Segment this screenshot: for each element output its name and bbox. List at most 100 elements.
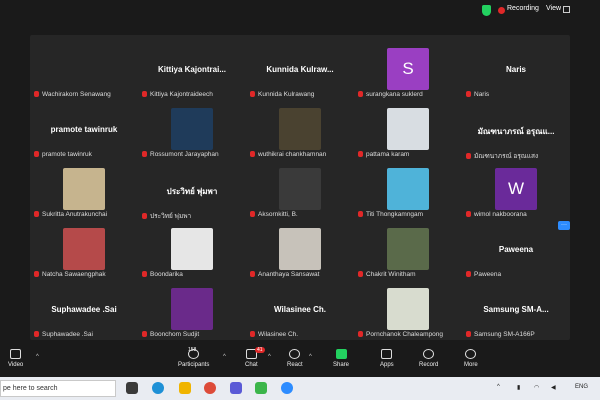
participant-tile[interactable]: Boondarika bbox=[138, 223, 246, 282]
participants-button[interactable]: 158 Participants bbox=[178, 347, 210, 368]
chat-button[interactable]: 41 Chat bbox=[245, 347, 265, 368]
participant-tile[interactable]: Paweena Paweena bbox=[462, 223, 570, 282]
share-button[interactable]: Share bbox=[333, 349, 349, 368]
participant-tile[interactable]: Rossumont Jarayaphan bbox=[138, 103, 246, 162]
participant-display-name: ประวิทย์ พุ่มพา bbox=[166, 187, 218, 196]
participant-name-label: Pornchanok Chaleampong bbox=[358, 331, 443, 338]
view-button[interactable]: View bbox=[546, 5, 561, 12]
taskbar-search-input[interactable]: pe here to search bbox=[0, 380, 116, 397]
participant-name: Titi Thongkamngam bbox=[366, 211, 424, 218]
participant-name: Wachirakorn Senawang bbox=[42, 91, 111, 98]
participants-options-chevron-icon[interactable]: ^ bbox=[223, 354, 226, 360]
participant-tile[interactable]: Naris Naris bbox=[462, 43, 570, 102]
muted-mic-icon bbox=[142, 151, 147, 157]
participant-tile[interactable]: Sukritta Anutrakunchai bbox=[30, 163, 138, 222]
participant-name: Natcha Sawaengphak bbox=[42, 271, 106, 278]
participant-tile[interactable]: ประวิทย์ พุ่มพา ประวิทย์ พุ่มพา bbox=[138, 163, 246, 222]
chrome-browser-icon[interactable] bbox=[204, 382, 216, 394]
muted-mic-icon bbox=[142, 213, 147, 219]
meeting-toolbar: Video ^ 158 Participants ^ 41 Chat ^ Rea… bbox=[0, 345, 600, 377]
participant-video bbox=[387, 288, 429, 330]
participant-tile[interactable]: Wwimol nakboorana bbox=[462, 163, 570, 222]
participant-name: Naris bbox=[474, 91, 490, 98]
participant-name-label: Boonchom Sudjit bbox=[142, 331, 199, 338]
participant-name-label: Kunnida Kulrawang bbox=[250, 91, 314, 98]
participant-name: Boonchom Sudjit bbox=[150, 331, 200, 338]
more-button[interactable]: More bbox=[464, 349, 478, 368]
gallery-next-page-button[interactable]: ··· bbox=[558, 221, 570, 230]
react-button[interactable]: React bbox=[287, 349, 303, 368]
file-explorer-icon[interactable] bbox=[179, 382, 191, 394]
language-indicator[interactable]: ENG bbox=[575, 384, 588, 390]
tray-chevron-icon[interactable]: ^ bbox=[497, 384, 500, 390]
participant-tile[interactable]: Kittiya Kajontrai... Kittiya Kajontraidee… bbox=[138, 43, 246, 102]
edge-browser-icon[interactable] bbox=[152, 382, 164, 394]
muted-mic-icon bbox=[142, 331, 147, 337]
participant-tile[interactable]: Suphawadee .Sai Suphawadee .Sai bbox=[30, 283, 138, 342]
task-view-icon[interactable] bbox=[126, 382, 138, 394]
participant-tile[interactable]: Ananthaya Sansawat bbox=[246, 223, 354, 282]
participant-name-label: surangkana suklerd bbox=[358, 91, 423, 98]
muted-mic-icon bbox=[466, 271, 471, 277]
share-screen-icon bbox=[335, 349, 347, 359]
muted-mic-icon bbox=[34, 271, 39, 277]
participant-tile[interactable]: wuthikrai chankhamnan bbox=[246, 103, 354, 162]
record-label: Record bbox=[419, 362, 439, 368]
participant-display-name: Naris bbox=[505, 65, 526, 74]
participant-name: มัณฑนาภรณ์ อรุณแสง bbox=[474, 153, 539, 160]
store-icon[interactable] bbox=[230, 382, 242, 394]
heart-icon bbox=[289, 349, 301, 359]
participants-label: Participants bbox=[178, 362, 210, 368]
participant-tile[interactable]: Pornchanok Chaleampong bbox=[354, 283, 462, 342]
line-app-icon[interactable] bbox=[255, 382, 267, 394]
participant-tile[interactable]: Chakrit Winitham bbox=[354, 223, 462, 282]
participant-display-name: Samsung SM-A... bbox=[483, 305, 549, 314]
participant-tile[interactable]: Aksornkitti, B. bbox=[246, 163, 354, 222]
react-options-chevron-icon[interactable]: ^ bbox=[309, 354, 312, 360]
muted-mic-icon bbox=[34, 91, 39, 97]
participant-video bbox=[63, 228, 105, 270]
muted-mic-icon bbox=[358, 151, 363, 157]
participant-tile[interactable]: Titi Thongkamngam bbox=[354, 163, 462, 222]
video-button[interactable]: Video bbox=[8, 349, 23, 368]
security-shield-icon[interactable] bbox=[482, 5, 491, 16]
participant-video bbox=[279, 228, 321, 270]
participant-tile[interactable]: Samsung SM-A... Samsung SM-A166P bbox=[462, 283, 570, 342]
chat-options-chevron-icon[interactable]: ^ bbox=[268, 354, 271, 360]
apps-button[interactable]: Apps bbox=[380, 349, 394, 368]
muted-mic-icon bbox=[358, 271, 363, 277]
network-icon[interactable]: ▮ bbox=[517, 384, 520, 391]
participant-tile[interactable]: Wilasinee Ch. Wilasinee Ch. bbox=[246, 283, 354, 342]
participant-name-label: Ananthaya Sansawat bbox=[250, 271, 319, 278]
participant-name-label: Natcha Sawaengphak bbox=[34, 271, 106, 278]
participant-tile[interactable]: Natcha Sawaengphak bbox=[30, 223, 138, 282]
participant-name-label: Titi Thongkamngam bbox=[358, 211, 423, 218]
participant-name: Sukritta Anutrakunchai bbox=[42, 211, 108, 218]
participant-tile[interactable]: Boonchom Sudjit bbox=[138, 283, 246, 342]
more-dots-icon bbox=[465, 349, 477, 359]
apps-label: Apps bbox=[380, 362, 394, 368]
participant-tile[interactable]: Kunnida Kulraw... Kunnida Kulrawang bbox=[246, 43, 354, 102]
participant-tile[interactable]: Ssurangkana suklerd bbox=[354, 43, 462, 102]
wifi-icon[interactable]: ◠ bbox=[534, 384, 539, 391]
participants-count: 158 bbox=[188, 347, 197, 353]
volume-icon[interactable]: ◀ bbox=[551, 384, 556, 391]
more-label: More bbox=[464, 362, 478, 368]
muted-mic-icon bbox=[250, 151, 255, 157]
video-options-chevron-icon[interactable]: ^ bbox=[36, 354, 39, 360]
participant-tile[interactable]: มัณฑนาภรณ์ อรุณแ... มัณฑนาภรณ์ อรุณแสง bbox=[462, 103, 570, 162]
participant-tile[interactable]: pramote tawinruk pramote tawinruk bbox=[30, 103, 138, 162]
participant-name-label: Kittiya Kajontraideech bbox=[142, 91, 213, 98]
participant-video bbox=[387, 108, 429, 150]
participant-tile[interactable]: Wachirakorn Senawang bbox=[30, 43, 138, 102]
video-label: Video bbox=[8, 362, 24, 368]
view-grid-icon[interactable] bbox=[563, 6, 570, 13]
record-icon bbox=[423, 349, 435, 359]
participant-name: Suphawadee .Sai bbox=[42, 331, 93, 338]
apps-icon bbox=[381, 349, 393, 359]
zoom-app-icon[interactable] bbox=[281, 382, 293, 394]
record-button[interactable]: Record bbox=[419, 349, 438, 368]
participant-name: wuthikrai chankhamnan bbox=[258, 151, 327, 158]
muted-mic-icon bbox=[250, 271, 255, 277]
participant-tile[interactable]: pattama karam bbox=[354, 103, 462, 162]
